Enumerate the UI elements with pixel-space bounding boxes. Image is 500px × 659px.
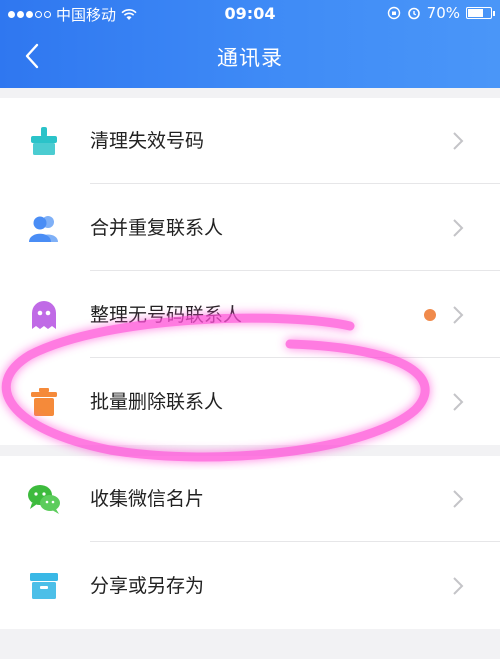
chevron-right-icon [453,393,464,411]
row-label: 分享或另存为 [90,575,205,597]
row-divider [90,541,500,542]
chevron-right-icon [453,132,464,150]
users-icon [29,216,58,242]
row-clean-invalid-numbers[interactable]: 清理失效号码 [0,98,500,184]
row-collect-wechat-cards[interactable]: 收集微信名片 [0,456,500,542]
row-label: 清理失效号码 [90,130,205,152]
trash-icon [31,388,57,416]
wechat-icon [28,485,60,514]
row-divider [90,357,500,358]
battery-percent: 70% [426,4,460,22]
app-header: 中国移动 09:04 70% 通讯录 [0,0,500,88]
row-share-or-save[interactable]: 分享或另存为 [0,543,500,629]
row-divider [90,183,500,184]
share-section: 收集微信名片 分享或另存为 [0,456,500,629]
chevron-right-icon [453,490,464,508]
alarm-icon [407,7,420,20]
status-bar: 中国移动 09:04 70% [0,0,500,28]
status-right: 70% [387,4,495,22]
ghost-icon [32,301,56,329]
row-merge-duplicates[interactable]: 合并重复联系人 [0,185,500,271]
tools-section: 清理失效号码 合并重复联系人 整理无号码联系人 批量删除联系人 [0,98,500,445]
row-divider [90,270,500,271]
row-label: 收集微信名片 [90,488,205,510]
row-label: 批量删除联系人 [90,391,224,413]
chevron-right-icon [453,306,464,324]
archive-box-icon [30,573,58,599]
orientation-lock-icon [387,6,400,20]
row-organize-no-number[interactable]: 整理无号码联系人 [0,272,500,358]
battery-icon [466,7,495,19]
row-label: 合并重复联系人 [90,217,224,239]
broom-icon [31,127,57,155]
row-label: 整理无号码联系人 [90,304,243,326]
chevron-right-icon [453,219,464,237]
row-batch-delete[interactable]: 批量删除联系人 [0,359,500,445]
chevron-right-icon [453,577,464,595]
new-badge-dot [424,309,436,321]
page-title: 通讯录 [217,46,283,70]
